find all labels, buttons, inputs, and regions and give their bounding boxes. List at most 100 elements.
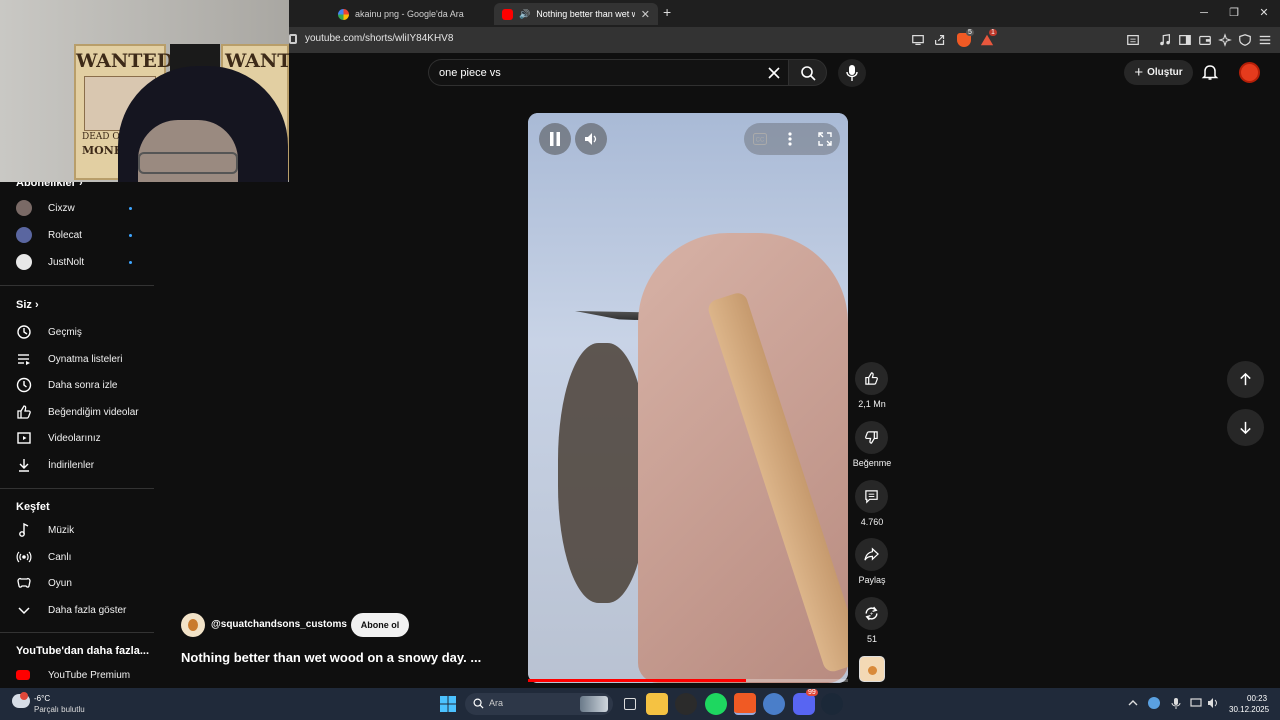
speaker-tray-icon[interactable] xyxy=(1207,697,1219,709)
short-video-player[interactable] xyxy=(528,113,848,683)
notifications-icon[interactable] xyxy=(1201,63,1219,81)
brave-shields-icon[interactable]: 5 xyxy=(957,29,974,47)
dislike-label: Beğenme xyxy=(852,458,892,468)
search-input[interactable]: one piece vs xyxy=(439,67,501,79)
leo-ai-icon[interactable] xyxy=(1218,33,1232,47)
wallet-icon[interactable] xyxy=(1198,33,1212,47)
site-info-icon[interactable] xyxy=(289,34,297,44)
create-button[interactable]: + Oluştur xyxy=(1124,60,1193,85)
youtube-premium-icon xyxy=(16,670,30,680)
channel-handle[interactable]: @squatchandsons_customs xyxy=(211,619,347,630)
sidebar-item-playlists[interactable]: Oynatma listeleri xyxy=(0,346,154,372)
bigfoot-logo-icon xyxy=(188,619,198,631)
microphone-icon xyxy=(846,65,858,81)
volume-button[interactable] xyxy=(575,123,607,155)
you-heading[interactable]: Siz › xyxy=(16,299,39,311)
sidebar-item-your-videos[interactable]: Videolarınız xyxy=(0,425,154,451)
cast-icon[interactable] xyxy=(911,33,925,47)
next-short-button[interactable] xyxy=(1227,409,1264,446)
maximize-button[interactable]: ❐ xyxy=(1219,4,1249,22)
discord-icon[interactable]: 99 xyxy=(793,689,818,715)
search-button[interactable] xyxy=(788,59,827,86)
clear-search-icon[interactable] xyxy=(768,67,780,79)
speaker-icon: 🔊 xyxy=(519,8,531,19)
like-button[interactable] xyxy=(855,362,888,395)
share-button[interactable] xyxy=(855,538,888,571)
captions-icon[interactable]: CC xyxy=(753,133,767,145)
sidebar-item-liked-videos[interactable]: Beğendiğim videolar xyxy=(0,399,154,425)
comments-button[interactable] xyxy=(855,480,888,513)
minimize-button[interactable]: ─ xyxy=(1189,4,1219,22)
search-box[interactable]: one piece vs xyxy=(428,59,792,86)
network-app-icon[interactable] xyxy=(763,693,785,715)
weather-widget[interactable]: -6°C Parçalı bulutlu xyxy=(12,692,122,716)
previous-short-button[interactable] xyxy=(1227,361,1264,398)
voice-search-button[interactable] xyxy=(838,59,866,87)
tab-google-search[interactable]: akainu png - Google'da Ara xyxy=(330,3,490,25)
tab-youtube-short[interactable]: 🔊 Nothing better than wet woo ✕ xyxy=(494,3,658,25)
clock-time[interactable]: 00:23 xyxy=(1247,694,1267,703)
microphone-tray-icon[interactable] xyxy=(1170,697,1182,709)
new-content-dot xyxy=(129,206,132,210)
close-window-button[interactable]: ✕ xyxy=(1249,4,1279,22)
player-controls-pill: CC xyxy=(744,123,840,155)
account-avatar[interactable] xyxy=(1239,62,1260,83)
pause-icon xyxy=(550,132,560,146)
like-count: 2,1 Mn xyxy=(858,399,886,409)
sidebar-channel-rolecat[interactable]: Rolecat xyxy=(0,222,154,248)
subscribe-button[interactable]: Abone ol xyxy=(351,613,409,637)
discord-badge: 99 xyxy=(806,689,818,696)
arrow-down-icon xyxy=(1240,421,1251,435)
brave-browser-icon[interactable] xyxy=(734,693,756,715)
channel-name: JustNolt xyxy=(48,256,85,268)
task-view-icon[interactable] xyxy=(619,693,641,715)
new-tab-button[interactable]: + xyxy=(663,4,671,20)
sidebar-icon[interactable] xyxy=(1178,33,1192,47)
channel-avatar[interactable] xyxy=(181,613,205,637)
share-icon[interactable] xyxy=(933,33,947,47)
pause-button[interactable] xyxy=(539,123,571,155)
music-icon[interactable] xyxy=(1158,33,1172,47)
chevron-up-icon[interactable] xyxy=(1127,697,1139,709)
vpn-icon[interactable] xyxy=(1238,33,1252,47)
remix-count: 51 xyxy=(866,634,877,644)
menu-icon[interactable] xyxy=(1258,33,1272,47)
steam-icon[interactable] xyxy=(821,693,843,715)
sidebar-channel-justnolt[interactable]: JustNolt xyxy=(0,249,154,275)
music-note-icon xyxy=(19,522,29,537)
shields-count: 5 xyxy=(966,29,974,36)
spotify-icon[interactable] xyxy=(705,693,727,715)
fullscreen-icon[interactable] xyxy=(818,132,832,146)
sidebar-item-gaming[interactable]: Oyun xyxy=(0,570,154,596)
sidebar-item-downloads[interactable]: İndirilenler xyxy=(0,452,154,478)
sidebar-item-watch-later[interactable]: Daha sonra izle xyxy=(0,372,154,398)
remix-button[interactable]: + xyxy=(855,597,888,630)
sidebar-item-live[interactable]: Canlı xyxy=(0,544,154,570)
live-icon xyxy=(16,551,32,563)
like-icon xyxy=(17,405,31,419)
cloud-icon[interactable] xyxy=(1148,697,1160,709)
sidebar-item-music[interactable]: Müzik xyxy=(0,517,154,543)
reader-icon[interactable] xyxy=(1126,33,1140,47)
file-explorer-icon[interactable] xyxy=(646,693,668,715)
taskbar-search[interactable]: Ara xyxy=(465,693,613,715)
close-tab-icon[interactable]: ✕ xyxy=(641,8,650,21)
sidebar-item-history[interactable]: Geçmiş xyxy=(0,319,154,345)
windows-start-icon[interactable] xyxy=(440,696,456,712)
display-icon[interactable] xyxy=(1190,697,1202,709)
more-options-icon[interactable] xyxy=(788,132,792,146)
video-title[interactable]: Nothing better than wet wood on a snowy … xyxy=(181,650,481,665)
clock-date[interactable]: 30.12.2025 xyxy=(1229,705,1269,714)
divider xyxy=(0,488,154,489)
video-progress-bar[interactable] xyxy=(528,679,848,682)
dislike-button[interactable] xyxy=(855,421,888,454)
brave-rewards-icon[interactable]: 1 xyxy=(980,29,997,47)
steam-like-app-icon[interactable] xyxy=(675,693,697,715)
sidebar-item-show-more[interactable]: Daha fazla göster xyxy=(0,597,154,623)
url-text[interactable]: youtube.com/shorts/wliIY84KHV8 xyxy=(305,33,453,44)
sound-thumbnail[interactable] xyxy=(859,656,885,682)
channel-name: Cixzw xyxy=(48,202,75,214)
sidebar-item-youtube-premium[interactable]: YouTube Premium xyxy=(0,662,154,688)
playlist-icon xyxy=(18,354,30,365)
sidebar-channel-cixzw[interactable]: Cixzw xyxy=(0,195,154,221)
